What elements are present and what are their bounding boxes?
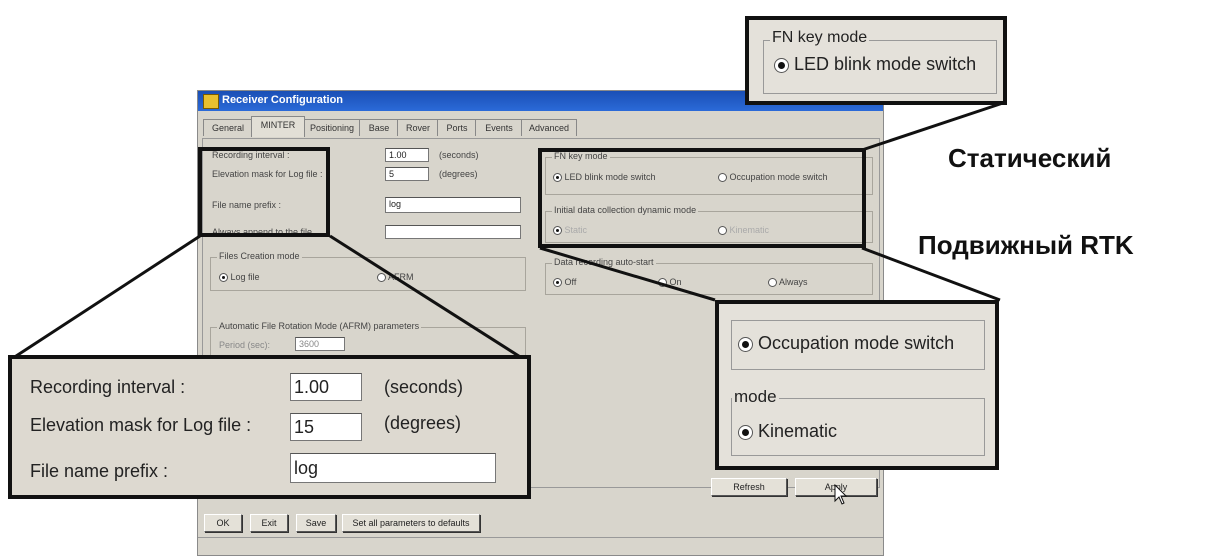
callout-mask-unit: (degrees): [384, 413, 462, 433]
callout-fn-key-title: FN key mode: [770, 29, 870, 47]
callout-occupation-label: Occupation mode switch: [758, 333, 955, 353]
radio-dot: [774, 57, 789, 73]
callout-occupation-group: Occupation mode switch: [731, 320, 985, 370]
callout-led-blink-label: LED blink mode switch: [794, 54, 977, 74]
connector-line: [9, 234, 201, 362]
callout-recording: Recording interval : 1.00 (seconds) Elev…: [8, 355, 531, 499]
callout-mode-title: mode: [732, 387, 779, 407]
callout-fn-key-group: FN key mode LED blink mode switch: [763, 29, 997, 94]
callout-interval-label: Recording interval :: [30, 377, 186, 397]
callout-occupation: Occupation mode switch mode Kinematic: [715, 300, 999, 470]
label-static: Статический: [948, 143, 1112, 173]
callout-kinematic-radio[interactable]: Kinematic: [738, 421, 837, 442]
callout-mask-input[interactable]: 15: [290, 413, 362, 441]
mouse-cursor-icon: [834, 484, 848, 505]
label-rtk: Подвижный RTK: [918, 230, 1134, 260]
callout-mode-group: mode Kinematic: [731, 387, 985, 456]
radio-dot: [738, 336, 753, 352]
radio-dot: [738, 424, 753, 440]
callout-kinematic-label: Kinematic: [758, 421, 838, 441]
callout-occupation-radio[interactable]: Occupation mode switch: [738, 333, 954, 354]
connector-line: [329, 234, 526, 362]
callout-interval-input[interactable]: 1.00: [290, 373, 362, 401]
callout-interval-unit: (seconds): [384, 377, 464, 397]
tab-minter[interactable]: MINTER: [251, 116, 305, 137]
callout-led-blink-radio[interactable]: LED blink mode switch: [774, 54, 976, 75]
callout-prefix-input[interactable]: log: [290, 453, 496, 483]
callout-prefix-label: File name prefix :: [30, 461, 169, 481]
callout-mask-label: Elevation mask for Log file :: [30, 415, 252, 435]
connector-line: [539, 246, 716, 302]
callout-fn-key: FN key mode LED blink mode switch: [745, 16, 1007, 105]
